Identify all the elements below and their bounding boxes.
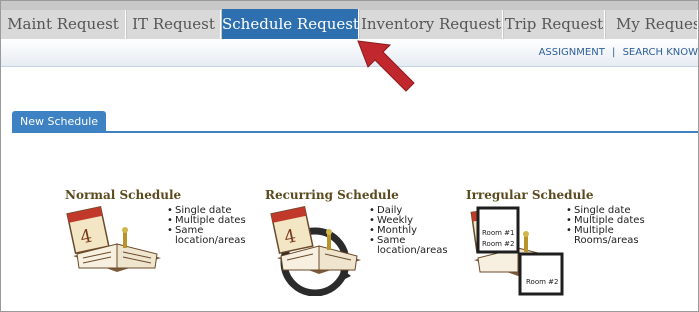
tab-trip-request[interactable]: Trip Request: [504, 10, 605, 39]
app-frame: Maint Request IT Request Schedule Reques…: [0, 0, 699, 312]
room-1-label: Room #1: [482, 229, 515, 237]
tab-my-requests[interactable]: My Requests: [606, 10, 698, 39]
irregular-schedule-option[interactable]: Irregular Schedule Room #1 Room #2 Room …: [466, 188, 666, 298]
recurring-schedule-title: Recurring Schedule: [265, 188, 399, 202]
feature-item: Same location/areas: [167, 226, 249, 246]
main-tab-bar: Maint Request IT Request Schedule Reques…: [1, 1, 698, 39]
red-arrow-icon: [357, 40, 415, 92]
new-schedule-tab[interactable]: New Schedule: [12, 111, 107, 132]
irregular-schedule-title: Irregular Schedule: [466, 188, 594, 202]
search-knowledge-link[interactable]: SEARCH KNOW: [623, 47, 698, 58]
room-2-label: Room #2: [526, 278, 559, 286]
feature-item: Same location/areas: [369, 236, 457, 256]
recurring-schedule-features: Daily Weekly Monthly Same location/areas: [369, 206, 457, 256]
tab-schedule-request[interactable]: Schedule Request: [222, 9, 359, 39]
link-separator: |: [612, 47, 616, 58]
assignment-link[interactable]: ASSIGNMENT: [539, 47, 605, 58]
recurring-calendar-icon: 4: [270, 206, 361, 296]
room-2-label: Room #2: [482, 240, 515, 248]
feature-item: Multiple Rooms/areas: [566, 226, 650, 246]
tab-it-request[interactable]: IT Request: [127, 10, 221, 39]
calendar-book-icon: 4: [66, 206, 161, 272]
tab-maint-request[interactable]: Maint Request: [1, 10, 126, 39]
recurring-schedule-option[interactable]: Recurring Schedule 4 Daily Weekly Monthl…: [265, 188, 460, 298]
irregular-schedule-features: Single date Multiple dates Multiple Room…: [566, 206, 650, 246]
sub-links: ASSIGNMENT | SEARCH KNOW: [539, 47, 698, 58]
tab-inventory-request[interactable]: Inventory Request: [360, 10, 503, 39]
normal-schedule-features: Single date Multiple dates Same location…: [167, 206, 249, 246]
section-divider: [12, 131, 698, 133]
normal-schedule-title: Normal Schedule: [65, 188, 182, 202]
normal-schedule-option[interactable]: Normal Schedule 4 Single date Multiple d…: [65, 188, 255, 283]
sub-navigation-bar: ASSIGNMENT | SEARCH KNOW: [1, 39, 698, 67]
